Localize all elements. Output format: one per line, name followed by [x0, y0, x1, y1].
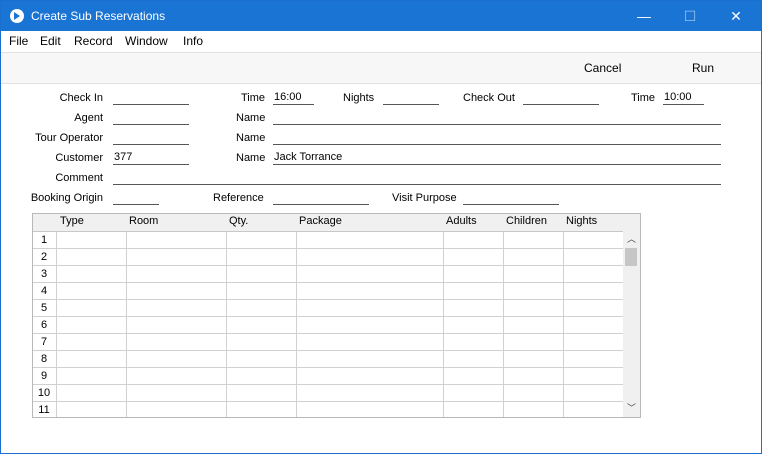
row-divider [33, 367, 623, 368]
check-in-field[interactable] [113, 90, 189, 105]
check-out-label: Check Out [463, 92, 515, 104]
row-divider [33, 282, 623, 283]
row-divider [33, 265, 623, 266]
scroll-thumb[interactable] [625, 248, 637, 266]
menu-info[interactable]: Info [183, 34, 203, 48]
agent-field[interactable] [113, 110, 189, 125]
agent-name-field[interactable] [273, 110, 721, 125]
row-number[interactable]: 8 [33, 351, 55, 367]
column-divider [126, 231, 127, 417]
check-out-field[interactable] [523, 90, 599, 105]
customer-label: Customer [55, 152, 103, 164]
scroll-down-icon[interactable]: ﹀ [626, 403, 637, 414]
row-divider [33, 401, 623, 402]
check-in-time-field[interactable]: 16:00 [273, 90, 314, 105]
scroll-up-icon[interactable]: ︿ [626, 234, 637, 245]
row-number[interactable]: 11 [33, 402, 55, 417]
row-number[interactable]: 4 [33, 283, 55, 299]
close-icon[interactable]: ✕ [713, 1, 759, 31]
nights-field[interactable] [383, 90, 439, 105]
column-header-type[interactable]: Type [60, 215, 84, 227]
agent-label: Agent [74, 112, 103, 124]
row-divider [33, 299, 623, 300]
booking-origin-field[interactable] [113, 190, 159, 205]
time-label: Time [241, 92, 266, 104]
time-label-2: Time [631, 92, 656, 104]
comment-label: Comment [55, 172, 103, 184]
grid-header: Type Room Qty. Package Adults Children N… [33, 214, 640, 232]
column-header-children[interactable]: Children [506, 215, 547, 227]
column-header-qty[interactable]: Qty. [229, 215, 248, 227]
row-divider [33, 350, 623, 351]
menu-bar: File Edit Record Window Info [1, 31, 761, 52]
booking-origin-label: Booking Origin [30, 192, 103, 204]
customer-name-label: Name [236, 152, 266, 164]
check-in-label: Check In [59, 92, 103, 104]
row-number[interactable]: 2 [33, 249, 55, 265]
tour-operator-name-label: Name [236, 132, 266, 144]
cancel-button[interactable]: Cancel [584, 61, 621, 75]
title-bar: Create Sub Reservations — ☐ ✕ [1, 1, 761, 31]
column-divider [226, 231, 227, 417]
app-icon [10, 9, 24, 23]
run-button[interactable]: Run [692, 61, 714, 75]
reference-field[interactable] [273, 190, 369, 205]
vertical-scrollbar[interactable]: ︿ ﹀ [623, 231, 640, 417]
row-divider [33, 248, 623, 249]
menu-edit[interactable]: Edit [40, 34, 61, 48]
menu-window[interactable]: Window [125, 34, 168, 48]
menu-record[interactable]: Record [74, 34, 113, 48]
row-number[interactable]: 10 [33, 385, 55, 401]
reference-label: Reference [213, 192, 264, 204]
row-number[interactable]: 6 [33, 317, 55, 333]
tour-operator-field[interactable] [113, 130, 189, 145]
visit-purpose-label: Visit Purpose [392, 192, 457, 204]
create-sub-reservations-window: Create Sub Reservations — ☐ ✕ File Edit … [0, 0, 762, 454]
column-divider [56, 231, 57, 417]
row-divider [33, 333, 623, 334]
row-number[interactable]: 7 [33, 334, 55, 350]
tour-operator-name-field[interactable] [273, 130, 721, 145]
column-header-room[interactable]: Room [129, 215, 158, 227]
row-divider [33, 384, 623, 385]
check-out-time-field[interactable]: 10:00 [663, 90, 704, 105]
agent-name-label: Name [236, 112, 266, 124]
column-divider [503, 231, 504, 417]
column-divider [296, 231, 297, 417]
customer-name-field[interactable]: Jack Torrance [273, 150, 721, 165]
row-number[interactable]: 1 [33, 232, 55, 248]
row-number[interactable]: 5 [33, 300, 55, 316]
column-divider [443, 231, 444, 417]
menu-file[interactable]: File [9, 34, 28, 48]
column-header-package[interactable]: Package [299, 215, 342, 227]
button-bar: Cancel Run [1, 52, 761, 84]
visit-purpose-field[interactable] [463, 190, 559, 205]
minimize-icon[interactable]: — [621, 1, 667, 31]
maximize-icon[interactable]: ☐ [667, 1, 713, 31]
row-number[interactable]: 9 [33, 368, 55, 384]
customer-field[interactable]: 377 [113, 150, 189, 165]
window-title: Create Sub Reservations [31, 9, 166, 23]
tour-operator-label: Tour Operator [35, 132, 103, 144]
column-divider [563, 231, 564, 417]
column-header-nights[interactable]: Nights [566, 215, 597, 227]
row-number[interactable]: 3 [33, 266, 55, 282]
comment-field[interactable] [113, 170, 721, 185]
reservations-grid[interactable]: Type Room Qty. Package Adults Children N… [32, 213, 641, 418]
column-header-adults[interactable]: Adults [446, 215, 477, 227]
row-divider [33, 316, 623, 317]
nights-label: Nights [343, 92, 375, 104]
